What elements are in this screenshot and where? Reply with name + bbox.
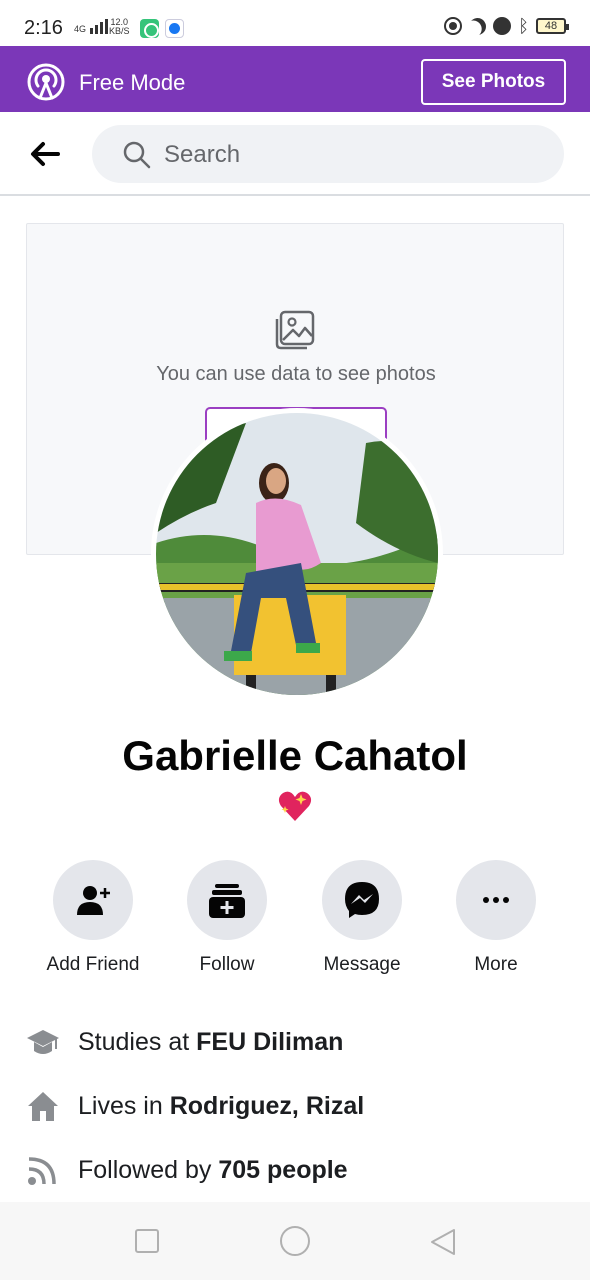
add-friend-icon xyxy=(77,886,110,915)
add-friend-label: Add Friend xyxy=(46,954,140,975)
intro-followers-text: Followed by 705 people xyxy=(78,1155,348,1184)
search-input[interactable]: Search xyxy=(92,125,564,183)
nav-back-icon[interactable] xyxy=(428,1227,458,1257)
moon-icon xyxy=(466,14,489,37)
intro-followers: Followed by 705 people xyxy=(26,1150,566,1190)
search-icon xyxy=(123,141,151,169)
residence-link[interactable]: Rodriguez, Rizal xyxy=(170,1092,364,1120)
graduation-cap-icon xyxy=(27,1030,59,1054)
intro-education: Studies at FEU Diliman xyxy=(26,1022,566,1062)
photo-icon xyxy=(275,310,315,350)
more-button[interactable]: More xyxy=(429,860,563,976)
add-friend-circle[interactable] xyxy=(53,860,133,940)
messenger-icon xyxy=(345,882,379,918)
app-icon-green xyxy=(140,19,159,38)
free-mode-banner: Free Mode See Photos xyxy=(0,46,590,112)
intro-education-text: Studies at FEU Diliman xyxy=(78,1027,344,1056)
system-navigation-bar xyxy=(0,1202,590,1280)
follow-label: Follow xyxy=(199,954,255,975)
profile-name: Gabrielle Cahatol xyxy=(122,732,468,779)
message-label: Message xyxy=(323,954,401,975)
intro-residence: Lives in Rodriguez, Rizal xyxy=(26,1086,566,1126)
profile-photo-illustration xyxy=(156,413,438,695)
profile-actions: Add Friend Follow Message More xyxy=(26,860,564,980)
status-icons: ᛒ 48 xyxy=(444,14,569,37)
broadcast-icon xyxy=(27,63,65,101)
back-arrow-icon[interactable] xyxy=(28,138,62,170)
signal-icon: 4G xyxy=(74,19,109,34)
cover-message: You can use data to see photos xyxy=(156,363,436,385)
do-not-disturb-icon xyxy=(444,17,463,35)
recents-icon[interactable] xyxy=(135,1229,159,1253)
follow-button[interactable]: Follow xyxy=(160,860,294,976)
bluetooth-icon: ᛒ xyxy=(518,16,529,36)
rss-icon xyxy=(28,1157,56,1185)
sparkling-heart-icon xyxy=(278,791,312,821)
message-circle[interactable] xyxy=(322,860,402,940)
search-placeholder: Search xyxy=(164,141,241,168)
intro-residence-text: Lives in Rodriguez, Rizal xyxy=(78,1091,365,1120)
free-mode-title: Free Mode xyxy=(79,70,186,95)
follow-circle[interactable] xyxy=(187,860,267,940)
home-icon xyxy=(28,1092,58,1121)
network-speed: 12.0 KB/S xyxy=(109,17,130,36)
education-link[interactable]: FEU Diliman xyxy=(196,1028,343,1056)
profile-picture[interactable] xyxy=(151,408,443,700)
see-photos-button[interactable]: See Photos xyxy=(421,59,566,105)
more-label: More xyxy=(474,954,518,975)
add-friend-button[interactable]: Add Friend xyxy=(26,860,160,976)
message-button[interactable]: Message xyxy=(295,860,429,976)
more-icon xyxy=(483,897,509,903)
followers-link[interactable]: 705 people xyxy=(218,1156,347,1184)
follow-icon xyxy=(209,884,245,918)
home-button-icon[interactable] xyxy=(280,1226,310,1256)
profile-photo xyxy=(156,413,438,695)
alarm-icon xyxy=(493,17,512,35)
status-time: 2:16 xyxy=(24,17,63,39)
battery-icon: 48 xyxy=(536,18,569,34)
network-type: 4G xyxy=(74,24,87,34)
search-header: Search xyxy=(0,112,590,196)
messenger-notification-icon xyxy=(165,19,184,38)
more-circle[interactable] xyxy=(456,860,536,940)
status-bar: 2:16 4G 12.0 KB/S ᛒ 48 xyxy=(0,0,590,46)
